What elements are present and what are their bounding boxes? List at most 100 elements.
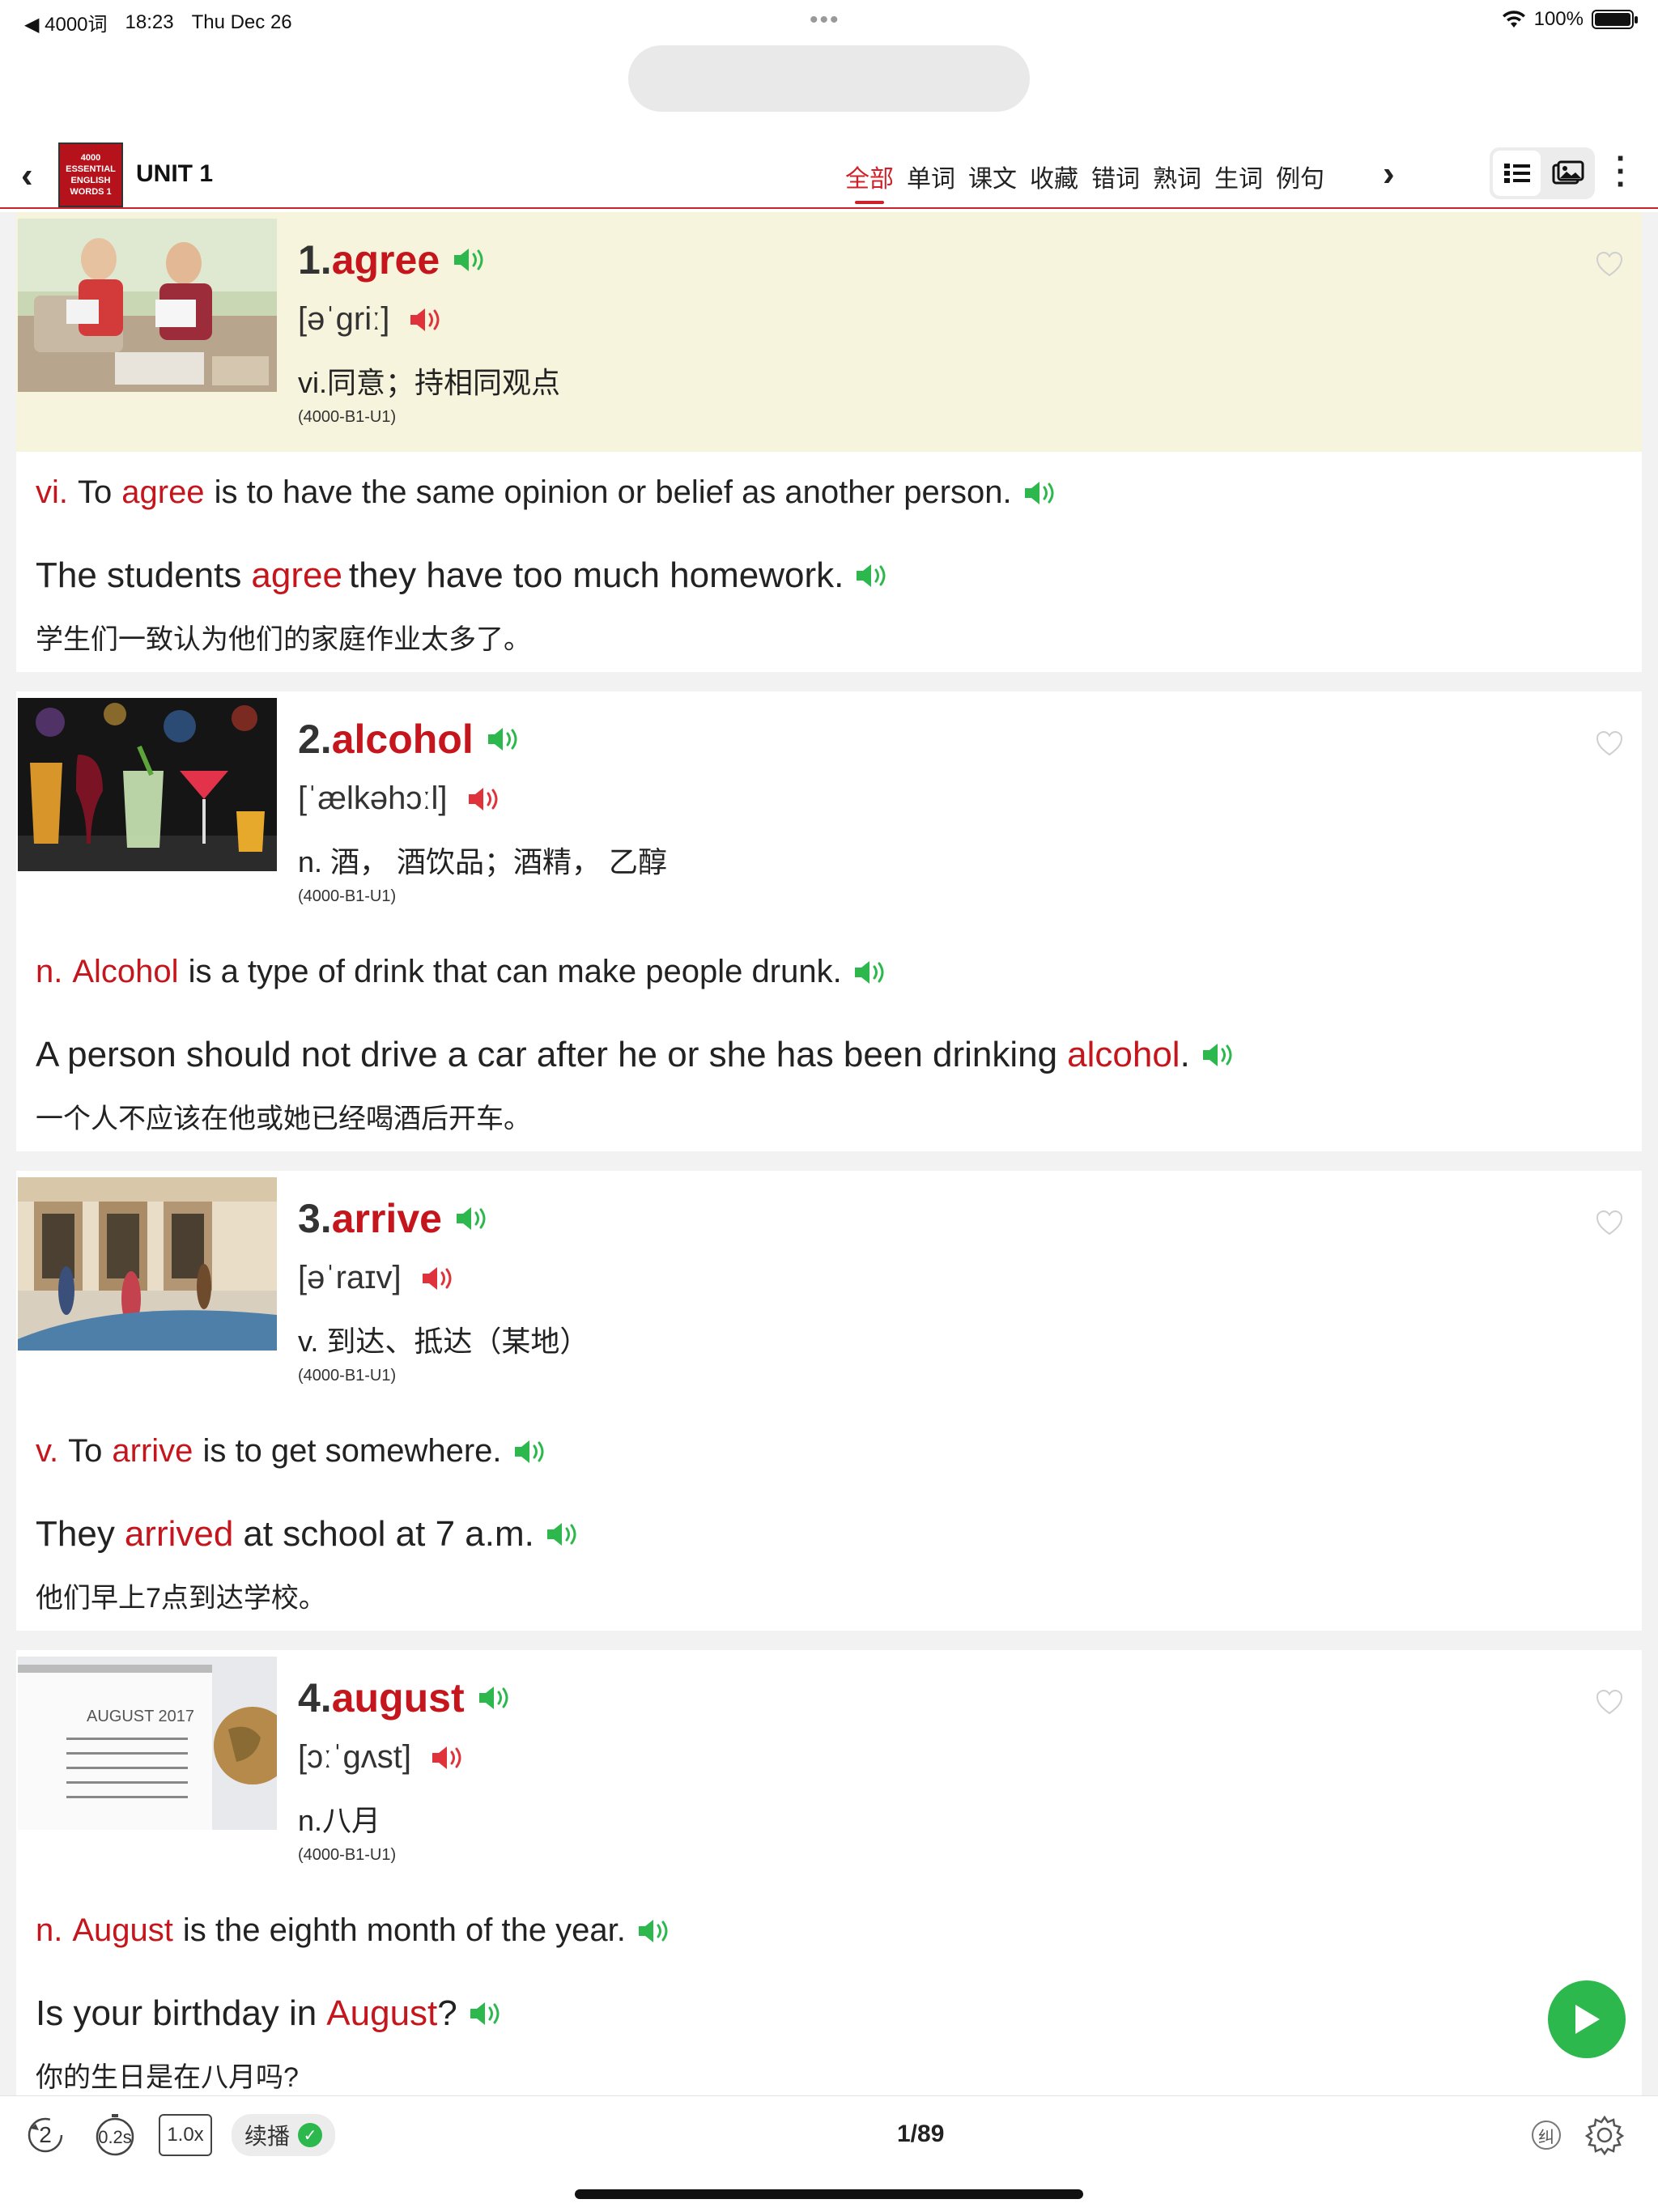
tab-favorites[interactable]: 收藏 (1030, 159, 1078, 202)
status-time: 18:23 (125, 11, 174, 33)
example-before: They (36, 1514, 115, 1554)
example-sentence: A person should not drive a car after he… (36, 1035, 1239, 1075)
favorite-heart-icon[interactable] (1595, 1687, 1624, 1716)
wifi-icon (1502, 11, 1525, 28)
interval-button[interactable]: 0.2s (92, 2114, 138, 2156)
phonetic-speaker-icon[interactable] (407, 304, 446, 336)
definition-pos: vi. (36, 474, 68, 510)
word-image-agree[interactable] (18, 219, 277, 392)
speed-value: 1.0x (167, 2124, 204, 2146)
definition-pos: v. (36, 1433, 59, 1469)
example-before: Is your birthday in (36, 1993, 317, 2033)
book-cover-thumbnail: 4000 ESSENTIAL ENGLISH WORDS 1 (58, 143, 123, 207)
continuous-play-toggle[interactable]: 续播 ✓ (232, 2114, 336, 2156)
image-view-icon[interactable] (1544, 151, 1592, 196)
word-list[interactable]: 1. agree [əˈgriː] vi.同意；持相同观点 (4000-B1-U… (0, 212, 1658, 2095)
unit-title: UNIT 1 (136, 160, 214, 187)
word-image-arrive[interactable] (18, 1177, 277, 1351)
definition-speaker-icon[interactable] (852, 956, 891, 989)
example-after: at school at 7 a.m. (243, 1514, 534, 1554)
phonetic-speaker-icon[interactable] (466, 783, 504, 815)
word-audio-speaker-icon[interactable] (476, 1682, 515, 1714)
definition-after: is a type of drink that can make people … (188, 954, 842, 989)
back-chevron-icon[interactable]: ‹ (21, 155, 33, 196)
example-after: ? (437, 1993, 457, 2033)
example-speaker-icon[interactable] (853, 559, 892, 592)
example-sentence: They arrived at school at 7 a.m. (36, 1514, 583, 1555)
example-speaker-icon[interactable] (467, 1997, 506, 2030)
favorite-heart-icon[interactable] (1595, 249, 1624, 279)
example-translation: 一个人不应该在他或她已经喝酒后开车。 (36, 1104, 531, 1134)
tab-wrong-words[interactable]: 错词 (1091, 159, 1140, 202)
word-image-august[interactable]: AUGUST 2017 (18, 1657, 277, 1830)
word-audio-speaker-icon[interactable] (485, 723, 524, 755)
word-image-alcohol[interactable] (18, 698, 277, 871)
gear-icon (1584, 2115, 1625, 2156)
word-card[interactable]: 2. alcohol [ˈælkəhɔːl] n. 酒， 酒饮品；酒精， 乙醇 … (16, 691, 1642, 1151)
word-code: (4000-B1-U1) (298, 887, 397, 905)
settings-button[interactable] (1582, 2114, 1627, 2156)
tab-example-sentences[interactable]: 例句 (1276, 159, 1324, 202)
correct-label: 纠 (1538, 2128, 1554, 2146)
next-unit-chevron-icon[interactable]: › (1383, 154, 1395, 194)
word-text[interactable]: agree (332, 236, 440, 283)
definition-keyword: August (72, 1912, 173, 1948)
tab-new-words[interactable]: 生词 (1214, 159, 1263, 202)
list-view-icon[interactable] (1493, 151, 1541, 196)
definition-before: To (78, 474, 113, 510)
definition-line: vi. To agree is to have the same opinion… (36, 474, 1061, 511)
word-audio-speaker-icon[interactable] (451, 244, 490, 276)
view-mode-toggle (1490, 147, 1595, 199)
example-before: The students (36, 555, 242, 595)
word-code: (4000-B1-U1) (298, 408, 397, 426)
filter-tabs: 全部 单词 课文 收藏 错词 熟词 生词 例句 (845, 159, 1324, 204)
play-button[interactable] (1548, 1980, 1626, 2058)
example-after: they have too much homework. (348, 555, 844, 595)
favorite-heart-icon[interactable] (1595, 1208, 1624, 1237)
word-title: 3. arrive (298, 1195, 492, 1242)
definition-speaker-icon[interactable] (512, 1436, 551, 1468)
word-title: 1. agree (298, 236, 490, 283)
back-to-app-link[interactable]: ◀ 4000词 (24, 8, 108, 36)
word-card-header: 1. agree [əˈgriː] vi.同意；持相同观点 (4000-B1-U… (16, 212, 1642, 452)
word-card[interactable]: 3. arrive [əˈraɪv] v. 到达、抵达（某地） (4000-B1… (16, 1171, 1642, 1631)
favorite-heart-icon[interactable] (1595, 729, 1624, 758)
definition-line: n. Alcohol is a type of drink that can m… (36, 954, 891, 990)
word-title: 4. august (298, 1674, 515, 1721)
tab-words[interactable]: 单词 (907, 159, 955, 202)
multitask-dots-icon[interactable]: ••• (810, 6, 840, 34)
example-sentence: Is your birthday in August ? (36, 1993, 506, 2034)
speed-button[interactable]: 1.0x (159, 2114, 212, 2156)
definition-speaker-icon[interactable] (636, 1915, 674, 1947)
word-code: (4000-B1-U1) (298, 1846, 397, 1864)
word-text[interactable]: alcohol (332, 716, 474, 763)
word-card[interactable]: AUGUST 2017 4. august [ɔːˈgʌst] n.八月 (40… (16, 1650, 1642, 2095)
repeat-count-button[interactable]: 2 (24, 2114, 66, 2156)
tab-text[interactable]: 课文 (968, 159, 1017, 202)
phonetic-speaker-icon[interactable] (419, 1262, 458, 1295)
example-speaker-icon[interactable] (544, 1518, 583, 1551)
home-indicator[interactable] (575, 2189, 1083, 2199)
more-options-icon[interactable]: · · · (1616, 143, 1626, 201)
phonetic-speaker-icon[interactable] (429, 1742, 468, 1774)
phonetic-text: [ɔːˈgʌst] (298, 1739, 412, 1775)
page-indicator: 1/89 (897, 2121, 945, 2147)
word-text[interactable]: august (332, 1674, 465, 1721)
tab-familiar-words[interactable]: 熟词 (1153, 159, 1201, 202)
correct-button[interactable]: 纠 (1530, 2114, 1562, 2156)
search-pill[interactable] (628, 45, 1030, 112)
word-text[interactable]: arrive (332, 1195, 442, 1242)
definition-speaker-icon[interactable] (1022, 477, 1061, 509)
interval-value: 0.2s (98, 2127, 132, 2147)
definition-line: n. August is the eighth month of the yea… (36, 1912, 674, 1949)
word-audio-speaker-icon[interactable] (453, 1202, 492, 1235)
example-before: A person should not drive a car after he… (36, 1035, 1058, 1074)
play-icon (1575, 2005, 1600, 2034)
example-keyword: arrived (124, 1514, 234, 1554)
definition-keyword: Alcohol (72, 954, 179, 989)
example-speaker-icon[interactable] (1200, 1039, 1239, 1071)
tab-all[interactable]: 全部 (845, 159, 894, 204)
word-card[interactable]: 1. agree [əˈgriː] vi.同意；持相同观点 (4000-B1-U… (16, 212, 1642, 672)
definition-after: is to get somewhere. (202, 1433, 502, 1469)
phonetic-line: [əˈgriː] (298, 301, 446, 338)
